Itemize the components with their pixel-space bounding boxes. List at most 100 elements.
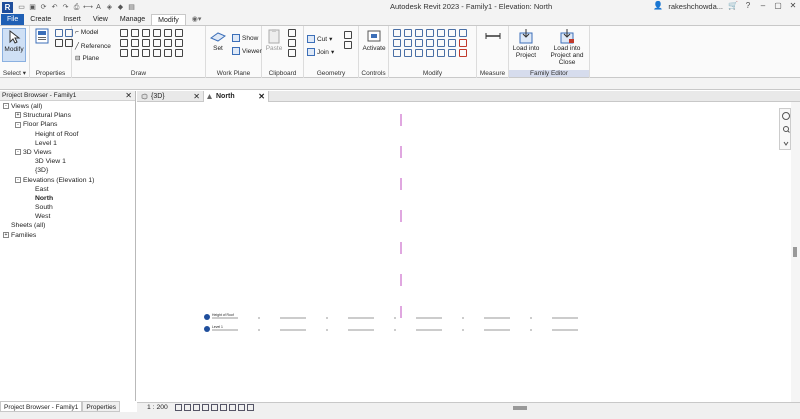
pin-icon[interactable] <box>437 39 445 47</box>
trim-icon[interactable] <box>393 39 401 47</box>
show-crop-icon[interactable] <box>220 404 227 411</box>
user-icon[interactable]: 👤 <box>653 1 663 11</box>
group-icon[interactable] <box>437 49 445 57</box>
close-view-3d-icon[interactable]: ✕ <box>193 91 200 102</box>
set-button[interactable]: Set <box>208 28 228 62</box>
tab-insert[interactable]: Insert <box>57 14 87 25</box>
scale-icon[interactable] <box>426 39 434 47</box>
inscribed-polygon-icon[interactable] <box>153 49 161 57</box>
project-browser-close-icon[interactable]: ✕ <box>125 91 132 101</box>
plane-button[interactable]: ⊟ Plane <box>75 54 99 63</box>
crop-view-icon[interactable] <box>211 404 218 411</box>
temp-hide-icon[interactable] <box>229 404 236 411</box>
tree-node[interactable]: - Floor Plans <box>0 120 135 129</box>
level-label-bottom[interactable]: Level 1 <box>212 325 223 329</box>
tree-node[interactable]: + Families <box>0 231 135 240</box>
line-icon[interactable] <box>120 29 128 37</box>
tree-node[interactable]: Sheets (all) <box>0 221 135 230</box>
horizontal-scroll-thumb[interactable] <box>513 406 527 410</box>
three-point-arc-icon[interactable] <box>131 49 139 57</box>
tree-node[interactable]: South <box>0 203 135 212</box>
mirror-axis-icon[interactable] <box>415 29 423 37</box>
fillet-arc-icon[interactable] <box>153 39 161 47</box>
tab-properties[interactable]: Properties <box>82 401 121 412</box>
steering-wheel-icon[interactable] <box>782 112 790 120</box>
shadows-icon[interactable] <box>202 404 209 411</box>
text-icon[interactable]: A <box>94 3 103 12</box>
paste-button[interactable]: Paste <box>264 28 284 62</box>
align-icon[interactable] <box>393 29 401 37</box>
family-types-icon[interactable] <box>55 29 63 37</box>
arc-icon[interactable] <box>164 29 172 37</box>
view-scale[interactable]: 1 : 200 <box>147 404 168 411</box>
extend-icon[interactable] <box>426 49 434 57</box>
properties-button[interactable] <box>32 28 52 62</box>
remove-icon[interactable] <box>459 49 467 57</box>
draw-extra-icon[interactable] <box>175 49 183 57</box>
model-line-button[interactable]: ⌐ Model <box>75 29 99 36</box>
tangent-arc-icon[interactable] <box>142 39 150 47</box>
center-arc-icon[interactable] <box>142 49 150 57</box>
polygon-icon[interactable] <box>142 29 150 37</box>
tree-node[interactable]: North <box>0 194 135 203</box>
modify-button[interactable]: Modify <box>2 28 26 62</box>
panel-label-select[interactable]: Select ▾ <box>0 69 29 77</box>
join-button[interactable]: Join ▾ <box>307 48 334 56</box>
redo-icon[interactable]: ↷ <box>61 3 70 12</box>
tree-node[interactable]: West <box>0 212 135 221</box>
level-label-top[interactable]: Height of Roof <box>212 313 234 317</box>
tree-node[interactable]: East <box>0 185 135 194</box>
copy-tool-icon[interactable] <box>448 29 456 37</box>
pick-lines-icon[interactable] <box>175 29 183 37</box>
detail-level-icon[interactable] <box>175 404 182 411</box>
unpin-icon[interactable] <box>448 39 456 47</box>
tab-manage[interactable]: Manage <box>114 14 151 25</box>
close-icon[interactable]: ✕ <box>788 1 798 11</box>
trim-single-icon[interactable] <box>393 49 401 57</box>
help-icon[interactable]: ? <box>743 1 753 11</box>
nav-dropdown-icon[interactable] <box>783 141 789 146</box>
trim-multiple-icon[interactable] <box>404 49 412 57</box>
tab-modify[interactable]: Modify <box>151 14 186 25</box>
3d-view-icon[interactable]: ◈ <box>105 3 114 12</box>
tab-create[interactable]: Create <box>24 14 57 25</box>
copy-icon[interactable] <box>288 29 296 37</box>
expand-icon[interactable]: + <box>15 112 21 119</box>
tree-node[interactable]: Height of Roof <box>0 130 135 139</box>
split-face-icon[interactable] <box>344 31 352 39</box>
split-gap-icon[interactable] <box>415 49 423 57</box>
partial-ellipse-icon[interactable] <box>120 49 128 57</box>
show-button[interactable]: Show <box>232 34 258 42</box>
array-icon[interactable] <box>415 39 423 47</box>
move-icon[interactable] <box>437 29 445 37</box>
reference-button[interactable]: ╱ Reference <box>75 42 111 51</box>
tab-file[interactable]: File <box>1 14 25 25</box>
tree-node[interactable]: 3D View 1 <box>0 157 135 166</box>
sync-icon[interactable]: ⟳ <box>39 3 48 12</box>
cut-clip-icon[interactable] <box>288 39 296 47</box>
tree-node[interactable]: -3D Views <box>0 148 135 157</box>
rectangle-icon[interactable] <box>131 29 139 37</box>
load-into-project-button[interactable]: Load into Project <box>511 28 541 62</box>
load-and-close-button[interactable]: Load into Project and Close <box>545 28 589 66</box>
offset-icon[interactable] <box>175 39 183 47</box>
collapse-icon[interactable]: - <box>15 121 21 128</box>
offset-tool-icon[interactable] <box>404 29 412 37</box>
tree-node[interactable]: Level 1 <box>0 139 135 148</box>
collapse-icon[interactable]: - <box>3 103 9 110</box>
ribbon-options-icon[interactable]: ◉▾ <box>186 14 208 25</box>
ellipse-icon[interactable] <box>131 39 139 47</box>
activate-button[interactable]: Activate <box>361 28 387 62</box>
view-tab-north[interactable]: North ✕ <box>203 91 269 102</box>
sun-path-icon[interactable] <box>193 404 200 411</box>
user-name[interactable]: rakeshchowda... <box>668 2 723 11</box>
print-icon[interactable]: ⎙ <box>72 3 81 12</box>
chain-icon[interactable] <box>164 39 172 47</box>
collapse-icon[interactable]: - <box>15 176 21 183</box>
reveal-hidden-icon[interactable] <box>238 404 245 411</box>
tree-node[interactable]: - Views (all) <box>0 102 135 111</box>
constraints-icon[interactable] <box>247 404 254 411</box>
tree-node[interactable]: {3D} <box>0 166 135 175</box>
spline-icon[interactable] <box>120 39 128 47</box>
mirror-draw-icon[interactable] <box>426 29 434 37</box>
